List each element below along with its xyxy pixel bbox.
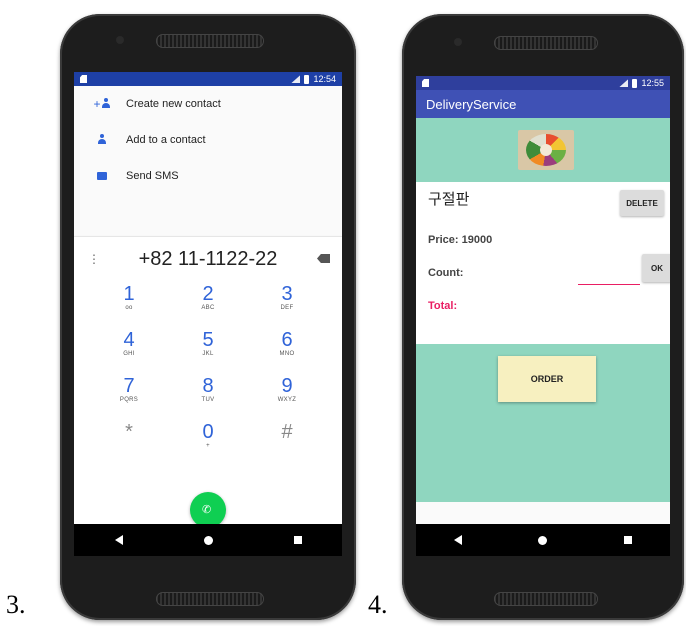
menu-item-add-to-contact[interactable]: Add to a contact: [74, 122, 342, 158]
dialer-screen: 12:54 + Create new contact Add to a cont…: [74, 72, 342, 556]
dialed-number[interactable]: +82 11-1122-22: [74, 248, 342, 271]
count-label: Count:: [428, 267, 464, 279]
key-8[interactable]: 8 TUV: [173, 376, 243, 418]
app-bar: DeliveryService: [416, 90, 670, 118]
key-letters: WXYZ: [277, 397, 297, 403]
ok-button[interactable]: OK: [642, 254, 670, 282]
home-icon[interactable]: [203, 535, 213, 545]
key-7[interactable]: 7 PQRS: [94, 376, 164, 418]
key-digit: 7: [123, 375, 135, 397]
back-icon[interactable]: [114, 535, 123, 545]
front-camera-icon: [116, 36, 124, 44]
sd-card-icon: [422, 79, 429, 87]
menu-item-label: Create new contact: [126, 98, 221, 110]
phone-delivery-device: 12:55 DeliveryService 구절판 DELETE Price: …: [402, 14, 684, 620]
count-input[interactable]: [578, 270, 640, 285]
delivery-app-screen: 12:55 DeliveryService 구절판 DELETE Price: …: [416, 76, 670, 556]
delete-button[interactable]: DELETE: [620, 190, 664, 216]
key-digit: 6: [281, 329, 293, 351]
key-6[interactable]: 6 MNO: [252, 330, 322, 372]
key-4[interactable]: 4 GHI: [94, 330, 164, 372]
key-digit: 5: [202, 329, 214, 351]
order-section: ORDER: [416, 344, 670, 502]
dialed-number-display: ⋮ +82 11-1122-22: [74, 236, 342, 282]
figure-label-4: 4.: [368, 590, 388, 619]
message-icon: [92, 169, 112, 183]
battery-icon: [632, 78, 638, 88]
order-button[interactable]: ORDER: [498, 356, 596, 402]
signal-icon: [619, 79, 629, 87]
key-digit: 8: [202, 375, 214, 397]
sd-card-icon: [80, 75, 87, 83]
menu-item-label: Send SMS: [126, 170, 179, 182]
key-3[interactable]: 3 DEF: [252, 284, 322, 326]
key-digit: 9: [281, 375, 293, 397]
status-bar: 12:54: [74, 72, 342, 86]
figure-label-3: 3.: [6, 590, 26, 619]
front-camera-icon: [454, 38, 462, 46]
order-details-section: 구절판 DELETE Price: 19000 Count: OK Total:: [416, 182, 670, 344]
menu-item-label: Add to a contact: [126, 134, 206, 146]
earpiece-speaker: [494, 36, 598, 50]
home-icon[interactable]: [538, 535, 548, 545]
key-digit: 2: [202, 283, 214, 305]
earpiece-speaker: [156, 34, 264, 48]
price-label: Price: 19000: [428, 234, 493, 246]
voicemail-icon: ᴏᴏ: [125, 305, 133, 311]
key-digit: #: [281, 421, 293, 443]
food-image-section: [416, 118, 670, 182]
person-icon: [92, 133, 112, 147]
phone-dialer-device: 12:54 + Create new contact Add to a cont…: [60, 14, 356, 620]
key-hash[interactable]: #: [252, 422, 322, 464]
key-letters: TUV: [201, 397, 215, 403]
key-letters: MNO: [279, 351, 295, 357]
key-1[interactable]: 1 ᴏᴏ: [94, 284, 164, 326]
recents-icon[interactable]: [293, 536, 302, 544]
bottom-speaker: [494, 592, 598, 606]
key-0[interactable]: 0 +: [173, 422, 243, 464]
signal-icon: [291, 75, 301, 83]
key-letters: DEF: [280, 305, 294, 311]
navigation-bar: [74, 524, 342, 556]
back-icon[interactable]: [454, 535, 463, 545]
key-5[interactable]: 5 JKL: [173, 330, 243, 372]
key-2[interactable]: 2 ABC: [173, 284, 243, 326]
recents-icon[interactable]: [623, 536, 632, 544]
status-bar: 12:55: [416, 76, 670, 90]
food-plate-graphic: [526, 134, 566, 166]
battery-icon: [304, 74, 310, 84]
key-digit: 4: [123, 329, 135, 351]
key-letters: GHI: [123, 351, 135, 357]
key-letters: JKL: [202, 351, 214, 357]
key-digit: 0: [202, 421, 214, 443]
phone-icon: ✆: [202, 504, 212, 516]
dialer-actions-menu: + Create new contact Add to a contact Se…: [74, 86, 342, 194]
key-letters: +: [206, 443, 210, 449]
key-letters: ABC: [201, 305, 215, 311]
menu-item-create-contact[interactable]: + Create new contact: [74, 86, 342, 122]
dial-keypad: 1 ᴏᴏ 2 ABC 3 DEF 4 GHI 5 JKL 6 MNO 7 PQR…: [74, 280, 342, 524]
key-9[interactable]: 9 WXYZ: [252, 376, 322, 418]
bottom-speaker: [156, 592, 264, 606]
status-time: 12:54: [313, 74, 336, 84]
food-image: [518, 130, 574, 170]
navigation-bar: [416, 524, 670, 556]
status-time: 12:55: [641, 78, 664, 88]
menu-item-send-sms[interactable]: Send SMS: [74, 158, 342, 194]
item-name: 구절판: [428, 190, 470, 208]
key-digit: *: [125, 421, 133, 443]
key-digit: 3: [281, 283, 293, 305]
call-button[interactable]: ✆: [190, 492, 226, 528]
total-label: Total:: [428, 300, 458, 312]
key-digit: 1: [123, 283, 135, 305]
add-person-icon: +: [92, 97, 112, 111]
app-title: DeliveryService: [426, 96, 517, 112]
key-star[interactable]: *: [94, 422, 164, 464]
key-letters: PQRS: [119, 397, 139, 403]
